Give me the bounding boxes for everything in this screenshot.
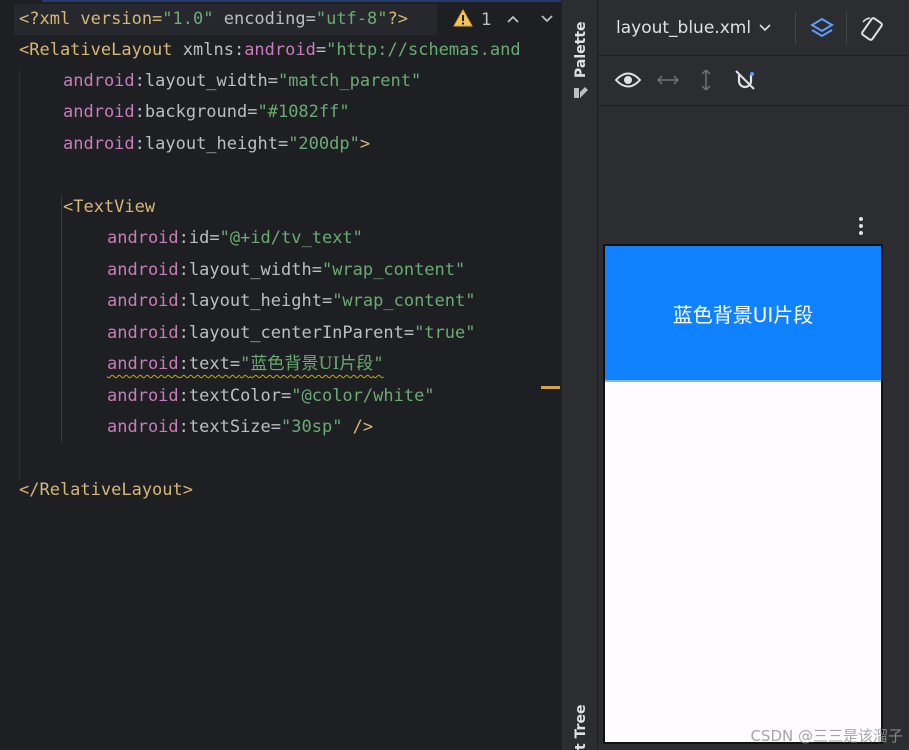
tag-self-close: /> <box>342 417 374 437</box>
attr-name: :layout_height= <box>178 291 333 311</box>
code-line-11[interactable]: android:layout_centerInParent="true" <box>107 318 475 349</box>
code-line-8[interactable]: android:id="@+id/tv_text" <box>107 223 363 254</box>
design-toolbar-top: layout_blue.xml <box>598 0 909 56</box>
previous-highlight-button[interactable] <box>500 12 526 28</box>
layout-file-selector[interactable]: layout_blue.xml <box>616 14 771 42</box>
vertical-arrows-icon[interactable] <box>692 66 720 94</box>
xml-decl: <?xml version= <box>19 9 163 29</box>
quote: " <box>373 354 384 374</box>
palette-icon[interactable] <box>572 82 590 104</box>
xmlns-attr: xmlns: <box>172 40 245 60</box>
attr-name: :layout_width= <box>178 260 322 280</box>
relativelayout-preview[interactable]: 蓝色背景UI片段 <box>605 246 881 382</box>
xml-encoding-value: "utf-8" <box>315 9 388 29</box>
attr-value: "match_parent" <box>277 71 422 91</box>
attr-value: "@color/white" <box>291 386 435 406</box>
side-tool-strip: Palette nt Tree <box>561 0 598 750</box>
equals-sign: = <box>315 40 327 60</box>
android-namespace: android <box>63 102 135 122</box>
code-line-9[interactable]: android:layout_width="wrap_content" <box>107 255 465 286</box>
layout-file-name: layout_blue.xml <box>616 18 752 38</box>
code-editor[interactable]: <?xml version="1.0" encoding="utf-8"?> <… <box>0 0 561 750</box>
hardcoded-text-value: 蓝色背景UI片段 <box>250 354 374 374</box>
code-line-5[interactable]: android:layout_height="200dp"> <box>63 129 370 160</box>
code-line-12[interactable]: android:text="蓝色背景UI片段" <box>107 349 384 380</box>
device-preview[interactable]: 蓝色背景UI片段 <box>603 244 883 744</box>
xml-version-value: "1.0" <box>162 9 214 29</box>
code-line-10[interactable]: android:layout_height="wrap_content" <box>107 286 475 317</box>
android-namespace: android <box>63 71 135 91</box>
attr-name: :id= <box>178 228 220 248</box>
attr-name: :textSize= <box>178 417 282 437</box>
warning-icon[interactable] <box>453 8 473 31</box>
attr-value: "30sp" <box>281 417 343 437</box>
android-namespace: android <box>107 291 179 311</box>
attr-value: "@+id/tv_text" <box>219 228 363 248</box>
chevron-down-icon <box>541 14 553 22</box>
code-line-16[interactable]: </RelativeLayout> <box>19 475 193 506</box>
editor-scroll-accent <box>42 0 561 2</box>
toolbar-separator <box>795 12 796 44</box>
xml-encoding-attr: encoding= <box>213 9 316 29</box>
tag-close: > <box>359 134 371 154</box>
warning-count: 1 <box>481 9 492 30</box>
xmlns-value: "http://schemas.and <box>326 40 521 60</box>
android-namespace: android <box>244 40 316 60</box>
component-tree-tab[interactable]: nt Tree <box>573 705 589 750</box>
attr-value: "200dp" <box>288 134 360 154</box>
palette-tab[interactable]: Palette <box>573 21 589 78</box>
attr-name: :textColor= <box>178 386 292 406</box>
android-namespace: android <box>107 386 179 406</box>
code-line-14[interactable]: android:textSize="30sp" /> <box>107 412 373 443</box>
next-highlight-button[interactable] <box>534 12 560 28</box>
attr-value: "wrap_content" <box>332 291 476 311</box>
android-namespace: android <box>63 134 135 154</box>
attr-name: :background= <box>134 102 258 122</box>
android-namespace: android <box>107 323 179 343</box>
eye-icon[interactable] <box>614 66 642 94</box>
xml-decl-end: ?> <box>387 9 408 29</box>
android-namespace: android <box>107 260 179 280</box>
attr-name: :text= <box>178 354 241 374</box>
design-surface-icon[interactable] <box>806 14 838 44</box>
indent-guide <box>19 70 20 480</box>
tv-text-preview[interactable]: 蓝色背景UI片段 <box>673 299 814 328</box>
code-line-2[interactable]: <RelativeLayout xmlns:android="http://sc… <box>19 35 521 66</box>
attr-name: :layout_centerInParent= <box>178 323 415 343</box>
inspection-widget[interactable]: 1 <box>437 4 561 35</box>
android-namespace: android <box>107 228 179 248</box>
chevron-down-icon <box>759 24 771 32</box>
code-line-7[interactable]: <TextView <box>63 192 155 223</box>
magnet-off-icon[interactable] <box>731 66 759 94</box>
orientation-icon[interactable] <box>856 14 888 44</box>
code-line-13[interactable]: android:textColor="@color/white" <box>107 381 435 412</box>
attr-value: "true" <box>414 323 476 343</box>
attr-value: "wrap_content" <box>321 260 466 280</box>
attr-name: :layout_height= <box>134 134 289 154</box>
code-line-4[interactable]: android:background="#1082ff" <box>63 97 350 128</box>
toolbar-separator <box>846 12 847 44</box>
textview-open-tag: <TextView <box>63 197 156 217</box>
design-pane: layout_blue.xml 蓝色背景UI片段 CSDN @三三是该溜子 <box>598 0 909 750</box>
android-namespace: android <box>107 354 179 374</box>
design-toolbar-second <box>598 56 909 106</box>
code-line-3[interactable]: android:layout_width="match_parent" <box>63 66 421 97</box>
code-line-1[interactable]: <?xml version="1.0" encoding="utf-8"?> <box>19 4 408 35</box>
relativelayout-close-tag: </RelativeLayout> <box>19 480 193 500</box>
attr-name: :layout_width= <box>134 71 278 91</box>
relativelayout-open-tag: <RelativeLayout <box>19 40 173 60</box>
quote: " <box>240 354 251 374</box>
android-namespace: android <box>107 417 179 437</box>
design-canvas[interactable]: 蓝色背景UI片段 <box>598 106 909 750</box>
more-icon[interactable] <box>852 214 870 238</box>
attr-value: "#1082ff" <box>257 102 350 122</box>
watermark: CSDN @三三是该溜子 <box>750 727 903 745</box>
chevron-up-icon <box>507 15 519 23</box>
horizontal-arrows-icon[interactable] <box>654 66 682 94</box>
indent-guide <box>61 196 62 442</box>
warning-stripe-marker[interactable] <box>541 386 560 389</box>
